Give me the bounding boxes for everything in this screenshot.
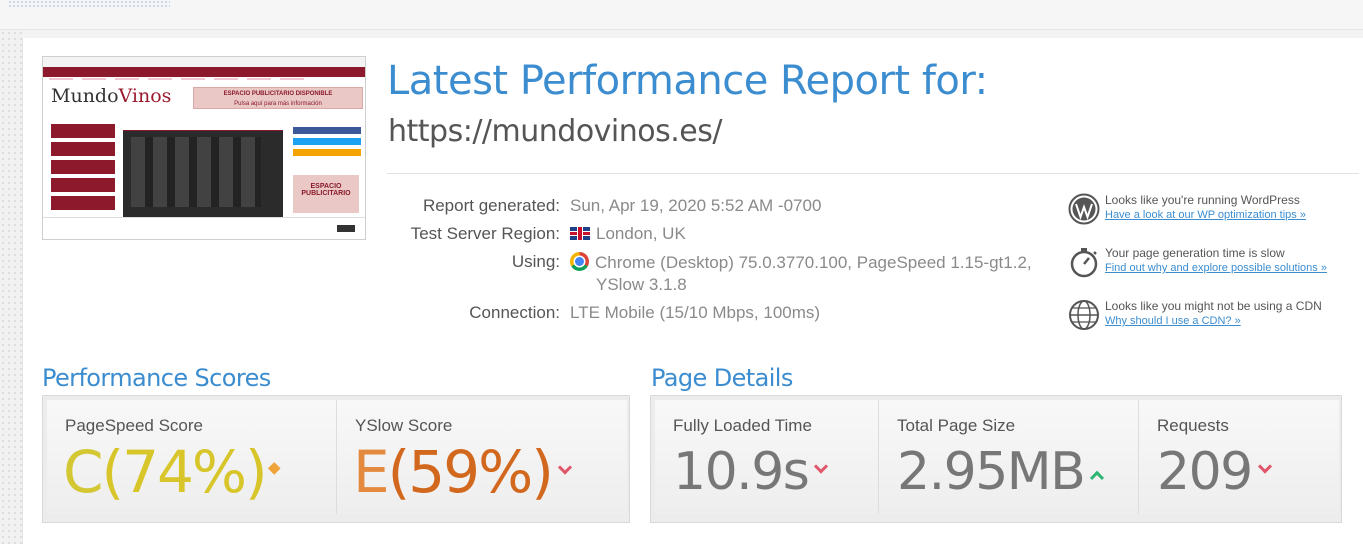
page-size-label: Total Page Size: [897, 416, 1016, 435]
thumb-news-title: [123, 123, 283, 131]
connection-label: Connection:: [469, 303, 560, 322]
performance-scores-title: Performance Scores: [42, 364, 271, 392]
generated-label: Report generated:: [422, 196, 560, 215]
chrome-icon: [570, 252, 589, 271]
chevron-up-icon: [1090, 470, 1105, 485]
performance-scores-box: PageSpeed Score C(74%) YSlow Score E(59%…: [42, 395, 630, 523]
page-details-box: Fully Loaded Time 10.9s Total Page Size …: [650, 395, 1342, 523]
pagespeed-score: C(74%): [63, 438, 283, 506]
report-heading: Latest Performance Report for:: [387, 58, 988, 104]
pagespeed-card[interactable]: PageSpeed Score C(74%): [47, 400, 337, 514]
top-bar: [0, 0, 1363, 30]
yslow-label: YSlow Score: [355, 416, 453, 435]
left-strip: [0, 30, 22, 544]
page-size-value: 2.95MB: [897, 442, 1086, 502]
uk-flag-icon: [570, 227, 590, 240]
generated-value: Sun, Apr 19, 2020 5:52 AM -0700: [570, 196, 822, 215]
thumb-logo: MundoVinos: [51, 85, 172, 107]
stopwatch-icon: [1070, 248, 1098, 278]
yslow-grade: E: [353, 438, 390, 506]
thumb-bottles: [131, 137, 261, 207]
report-url[interactable]: https://mundovinos.es/: [388, 114, 723, 149]
pagespeed-value: (74%): [101, 438, 268, 506]
region-value: London, UK: [596, 224, 686, 243]
connection-value: LTE Mobile (15/10 Mbps, 100ms): [570, 303, 821, 322]
yslow-score: E(59%): [353, 438, 572, 506]
thumb-right-column: ESPACIO PUBLICITARIO: [291, 123, 363, 219]
fully-loaded-label: Fully Loaded Time: [673, 416, 812, 435]
region-label: Test Server Region:: [410, 224, 560, 243]
site-screenshot-thumbnail[interactable]: MundoVinos ESPACIO PUBLICITARIO DISPONIB…: [42, 56, 366, 240]
requests-value-wrap: 209: [1157, 442, 1272, 502]
tip-generation-text: Your page generation time is slow: [1105, 246, 1285, 260]
header-divider: [387, 173, 1359, 174]
yslow-value: (59%): [387, 438, 554, 506]
yslow-card[interactable]: YSlow Score E(59%): [337, 400, 627, 514]
globe-icon: [1069, 300, 1099, 330]
thumb-banner: ESPACIO PUBLICITARIO DISPONIBLE Pulsa aq…: [193, 87, 363, 109]
thumb-topbar: [43, 57, 365, 67]
tip-generation-link[interactable]: Find out why and explore possible soluti…: [1105, 262, 1327, 274]
fully-loaded-value-wrap: 10.9s: [673, 442, 829, 502]
using-value-wrap: Chrome (Desktop) 75.0.3770.100, PageSpee…: [570, 252, 1032, 273]
region-value-wrap: London, UK: [570, 224, 686, 244]
chevron-down-icon: [1257, 459, 1272, 474]
tip-wordpress-link[interactable]: Have a look at our WP optimization tips …: [1105, 209, 1306, 221]
chevron-down-icon: [557, 460, 572, 475]
requests-card[interactable]: Requests 209: [1139, 400, 1339, 514]
page-details-title: Page Details: [651, 364, 793, 392]
thumb-nav: [43, 67, 365, 80]
tip-wordpress-text: Looks like you're running WordPress: [1105, 193, 1300, 207]
page-size-card[interactable]: Total Page Size 2.95MB: [879, 400, 1139, 514]
neutral-trend-icon: [267, 462, 281, 476]
top-bar-pattern: [8, 0, 170, 7]
tip-cdn-link[interactable]: Why should I use a CDN? »: [1105, 315, 1241, 327]
tip-cdn-text: Looks like you might not be using a CDN: [1105, 299, 1322, 313]
pagespeed-label: PageSpeed Score: [65, 416, 203, 435]
thumb-sidebar: [43, 121, 119, 221]
requests-value: 209: [1157, 442, 1253, 502]
page-size-value-wrap: 2.95MB: [897, 442, 1105, 502]
using-label: Using:: [511, 252, 560, 271]
thumb-cookie-bar: [43, 217, 365, 239]
fully-loaded-value: 10.9s: [673, 442, 810, 502]
chevron-down-icon: [814, 459, 829, 474]
wordpress-icon: [1068, 193, 1100, 225]
requests-label: Requests: [1157, 416, 1229, 435]
fully-loaded-card[interactable]: Fully Loaded Time 10.9s: [655, 400, 879, 514]
pagespeed-grade: C: [63, 438, 103, 506]
using-value-line1: Chrome (Desktop) 75.0.3770.100, PageSpee…: [595, 253, 1032, 272]
using-value-line2: YSlow 3.1.8: [596, 275, 687, 294]
